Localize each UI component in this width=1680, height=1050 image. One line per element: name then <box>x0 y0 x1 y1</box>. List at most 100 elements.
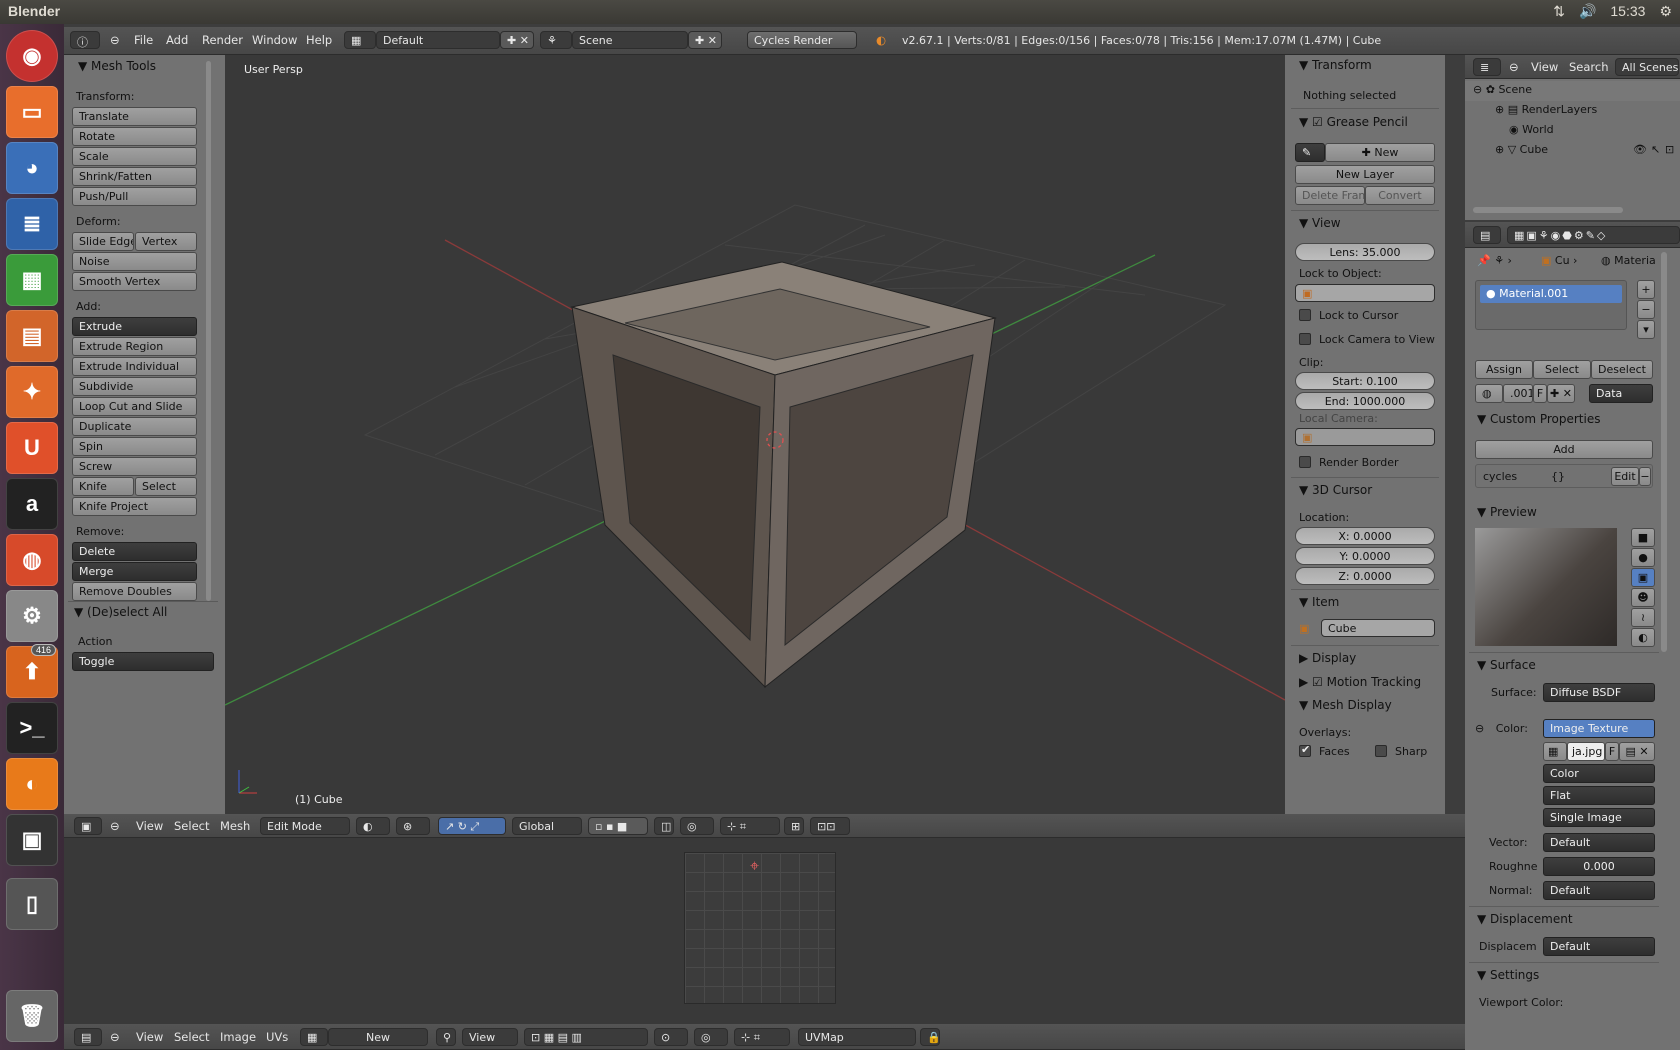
usb-drive-icon[interactable]: ▯ <box>6 878 58 930</box>
outliner-item-scene[interactable]: ⊖ ✿ Scene <box>1473 83 1532 96</box>
clip-end-field[interactable]: End: 1000.000 <box>1295 392 1435 410</box>
outliner-item-world[interactable]: ◉ World <box>1509 123 1554 136</box>
image-browse-icon[interactable]: ▦ <box>300 1028 328 1046</box>
pin-breadcrumb-icon[interactable]: 📌 ⚘ › <box>1477 254 1512 267</box>
render-camera-icon[interactable]: ⊡ <box>1665 143 1674 156</box>
menu-info-toggle[interactable]: ⊖ <box>110 33 120 47</box>
ubuntu-one-music-icon[interactable]: ◍ <box>6 534 58 586</box>
uv-view-mode[interactable]: View <box>462 1028 518 1046</box>
preview-cube-icon[interactable]: ▣ <box>1631 568 1655 587</box>
roughness-field[interactable]: 0.000 <box>1543 857 1655 876</box>
menu-file[interactable]: File <box>134 33 153 47</box>
surface-title[interactable]: ▼ Surface <box>1477 658 1536 672</box>
material-browse-icon[interactable]: ◍ <box>1475 384 1503 403</box>
duplicate-button[interactable]: Duplicate <box>72 417 197 436</box>
scene-add-remove[interactable]: ✚ ✕ <box>688 31 722 49</box>
surface-shader-dropdown[interactable]: Diffuse BSDF <box>1543 683 1655 702</box>
uvmap-field[interactable]: UVMap <box>798 1028 916 1046</box>
viewport-menu-select[interactable]: Select <box>174 819 209 833</box>
3d-cursor-title[interactable]: ▼ 3D Cursor <box>1299 483 1372 497</box>
mode-dropdown[interactable]: Edit Mode <box>260 817 350 835</box>
menu-help[interactable]: Help <box>306 33 332 47</box>
mesh-display-title[interactable]: ▼ Mesh Display <box>1299 698 1392 712</box>
image-projection-dropdown[interactable]: Flat <box>1543 786 1655 805</box>
remove-doubles-button[interactable]: Remove Doubles <box>72 582 197 601</box>
translate-button[interactable]: Translate <box>72 107 197 126</box>
local-camera-field[interactable]: ▣ <box>1295 428 1435 446</box>
image-name-field[interactable]: ja.jpg <box>1567 742 1605 761</box>
item-name-field[interactable]: Cube <box>1321 619 1435 637</box>
loop-cut-button[interactable]: Loop Cut and Slide <box>72 397 197 416</box>
outliner-item-renderlayers[interactable]: ⊕ ▤ RenderLayers <box>1495 103 1597 116</box>
slide-vertex-button[interactable]: Vertex <box>135 232 197 251</box>
uv-lock-icon[interactable]: 🔒 <box>920 1028 940 1046</box>
viewport-editor-type[interactable]: ▣ <box>74 817 102 835</box>
cursor-x-field[interactable]: X: 0.0000 <box>1295 527 1435 545</box>
selectable-arrow-icon[interactable]: ↖ <box>1651 143 1660 156</box>
uv-collapse-icon[interactable]: ⊖ <box>110 1030 120 1044</box>
knife-project-button[interactable]: Knife Project <box>72 497 197 516</box>
extrude-region-button[interactable]: Extrude Region <box>72 337 197 356</box>
uv-menu-image[interactable]: Image <box>220 1030 256 1044</box>
scene-selector-icon[interactable]: ⚘ <box>540 31 572 49</box>
menu-window[interactable]: Window <box>252 33 297 47</box>
merge-dropdown[interactable]: Merge <box>72 562 197 581</box>
ubuntu-dash-icon[interactable]: ◉ <box>6 30 58 82</box>
software-center-icon[interactable]: ✦ <box>6 366 58 418</box>
outliner-item-cube[interactable]: ⊕ ▽ Cube <box>1495 143 1548 156</box>
uv-editor-type[interactable]: ▤ <box>74 1028 102 1046</box>
push-pull-button[interactable]: Push/Pull <box>72 187 197 206</box>
remove-property-icon[interactable]: − <box>1639 467 1651 486</box>
uv-select-toggles[interactable]: ⊡ ▦ ▤ ▥ <box>524 1028 648 1046</box>
update-manager-icon[interactable]: ⬆ 416 <box>6 644 58 698</box>
system-settings-icon[interactable]: ⚙ <box>6 590 58 642</box>
impress-icon[interactable]: ▤ <box>6 310 58 362</box>
uv-snap-icon[interactable]: ⊹ ⌗ <box>734 1028 790 1046</box>
slot-add-icon[interactable]: + <box>1637 280 1655 299</box>
gp-convert-button[interactable]: Convert <box>1365 186 1435 205</box>
select-mode-toggles[interactable]: ▫ ▪ ■ <box>588 817 648 835</box>
material-id-field[interactable]: .001 <box>1503 384 1533 403</box>
calc-icon[interactable]: ▦ <box>6 254 58 306</box>
editor-type-button[interactable]: ⓘ <box>70 31 100 49</box>
scale-button[interactable]: Scale <box>72 147 197 166</box>
slot-remove-icon[interactable]: − <box>1637 300 1655 319</box>
motion-tracking-title[interactable]: ▶ ☑ Motion Tracking <box>1299 675 1421 689</box>
deselect-button[interactable]: Deselect <box>1591 360 1653 379</box>
3d-viewport[interactable]: User Persp (1) Cube <box>225 55 1285 814</box>
menu-add[interactable]: Add <box>166 33 188 47</box>
image-browse-icon-prop[interactable]: ▦ <box>1543 742 1567 761</box>
manipulator-toggles[interactable]: ↗ ↻ ⤢ <box>438 817 506 835</box>
toolshelf-scrollbar[interactable] <box>206 61 211 601</box>
edit-property-button[interactable]: Edit <box>1611 467 1639 486</box>
image-open-unlink-icons[interactable]: ▤ ✕ <box>1619 742 1655 761</box>
assign-button[interactable]: Assign <box>1475 360 1533 379</box>
pencil-icon[interactable]: ✎ <box>1295 143 1325 162</box>
mesh-tools-title[interactable]: ▼ Mesh Tools <box>78 59 156 73</box>
viewport-menu-view[interactable]: View <box>136 819 163 833</box>
slot-specials-icon[interactable]: ▾ <box>1637 320 1655 339</box>
smooth-vertex-button[interactable]: Smooth Vertex <box>72 272 197 291</box>
properties-editor-type[interactable]: ▤ <box>1473 226 1501 244</box>
grease-pencil-title[interactable]: ▼ ☑ Grease Pencil <box>1299 115 1408 129</box>
uv-menu-view[interactable]: View <box>136 1030 163 1044</box>
displacement-dropdown[interactable]: Default <box>1543 937 1655 956</box>
render-preview-icon[interactable]: ⊞ <box>784 817 804 835</box>
trash-icon[interactable]: 🗑 <box>6 990 58 1042</box>
uv-menu-uvs[interactable]: UVs <box>266 1030 288 1044</box>
clip-start-field[interactable]: Start: 0.100 <box>1295 372 1435 390</box>
material-slot-list[interactable]: ● Material.001 <box>1475 280 1627 330</box>
screw-button[interactable]: Screw <box>72 457 197 476</box>
preview-sky-icon[interactable]: ◐ <box>1631 628 1655 647</box>
blender-icon[interactable]: ◐ <box>6 758 58 810</box>
shading-dropdown-icon[interactable]: ◐ <box>356 817 390 835</box>
normal-dropdown[interactable]: Default <box>1543 881 1655 900</box>
pin-icon[interactable]: ⚲ <box>436 1028 456 1046</box>
outliner-menu-search[interactable]: Search <box>1569 60 1609 74</box>
lens-field[interactable]: Lens: 35.000 <box>1295 243 1435 261</box>
opengl-render-icons[interactable]: ⊡⊡ <box>810 817 850 835</box>
breadcrumb-material[interactable]: ◍ Materia <box>1601 254 1656 267</box>
layout-add-remove[interactable]: ✚ ✕ <box>500 31 534 49</box>
knife-select-button[interactable]: Select <box>135 477 197 496</box>
cursor-y-field[interactable]: Y: 0.0000 <box>1295 547 1435 565</box>
